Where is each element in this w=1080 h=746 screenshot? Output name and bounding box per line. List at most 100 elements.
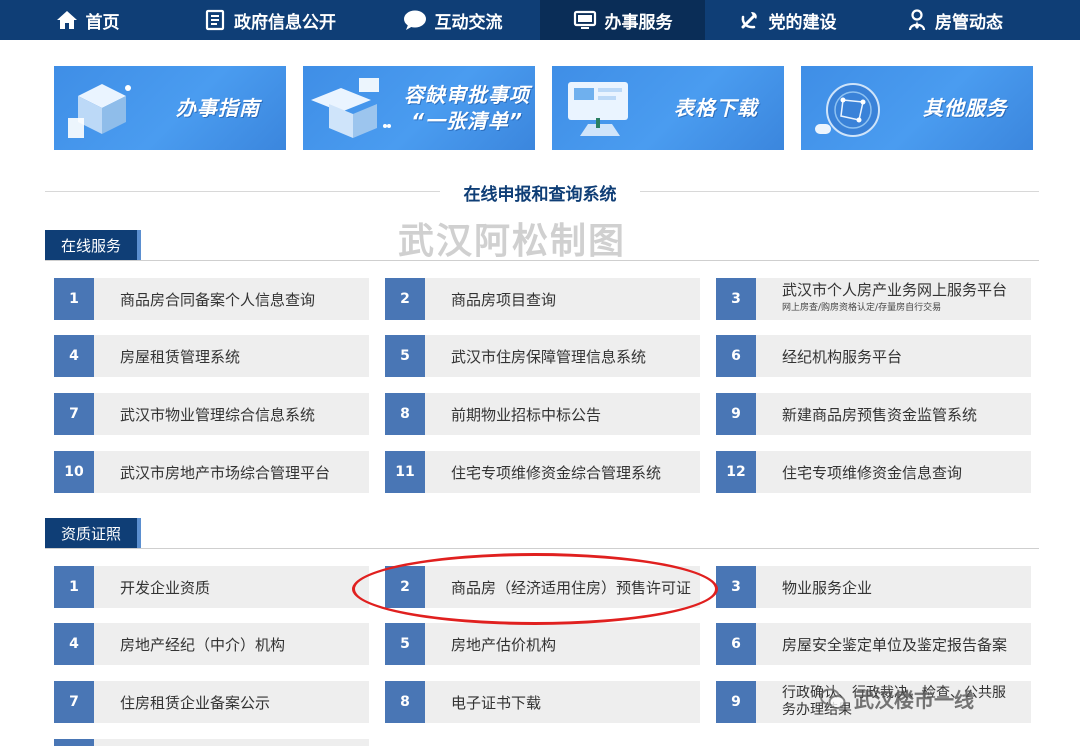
item-label: 房地产估价机构 [451, 635, 557, 654]
online-item-8[interactable]: 8 前期物业招标中标公告 [385, 393, 700, 435]
home-icon [56, 11, 77, 29]
item-label: 商品房项目查询 [451, 290, 557, 309]
section-title: 在线申报和查询系统 [440, 180, 640, 205]
qual-item-3[interactable]: 3 物业服务企业 [716, 566, 1031, 608]
banner-guide[interactable]: 办事指南 [54, 66, 286, 150]
top-nav: 首页 政府信息公开 互动交流 办事服务 党的建设 房管动态 [0, 0, 1080, 40]
nav-home[interactable]: 首页 [0, 0, 175, 40]
item-sublabel: 网上房查/购房资格认定/存量房自行交易 [782, 303, 942, 313]
nav-news[interactable]: 房管动态 [870, 0, 1040, 40]
globe-illustration-icon [815, 83, 880, 137]
banner-label: 容缺审批事项 [404, 83, 530, 107]
nav-label: 互动交流 [434, 12, 503, 33]
item-number: 5 [385, 623, 425, 665]
nav-label: 办事服务 [604, 12, 673, 33]
qual-item-7[interactable]: 7 住房租赁企业备案公示 [54, 681, 369, 723]
banner-label: 办事指南 [176, 96, 260, 120]
item-label: 住宅专项维修资金综合管理系统 [451, 463, 662, 482]
item-label: 商品房合同备案个人信息查询 [120, 290, 316, 309]
banner-sublabel: “一张清单” [411, 109, 523, 133]
banner-label: 表格下载 [674, 96, 758, 120]
item-number: 11 [385, 451, 425, 493]
item-number: 6 [716, 335, 756, 377]
online-item-5[interactable]: 5 武汉市住房保障管理信息系统 [385, 335, 700, 377]
item-label: 经纪机构服务平台 [782, 347, 903, 366]
item-label: 住房租赁企业备案公示 [120, 693, 271, 712]
party-emblem-icon [741, 12, 757, 29]
item-label: 开发企业资质 [120, 578, 211, 597]
item-label: 房地产经纪（中介）机构 [120, 635, 286, 654]
nav-label: 党的建设 [768, 12, 837, 33]
nav-label: 政府信息公开 [234, 12, 336, 33]
qual-item-6[interactable]: 6 房屋安全鉴定单位及鉴定报告备案 [716, 623, 1031, 665]
service-banners: 办事指南 容缺审批事项 “一张清单” 表格下载 其他服务 [54, 66, 1033, 150]
item-number: 9 [716, 681, 756, 723]
item-number: 6 [716, 623, 756, 665]
item-label: 物业服务企业 [782, 578, 873, 597]
item-number: 8 [385, 393, 425, 435]
online-item-11[interactable]: 11 住宅专项维修资金综合管理系统 [385, 451, 700, 493]
qual-item-5[interactable]: 5 房地产估价机构 [385, 623, 700, 665]
item-number: 1 [54, 278, 94, 320]
nav-gov-info[interactable]: 政府信息公开 [175, 0, 365, 40]
nav-label: 首页 [85, 12, 120, 33]
item-number-partial [54, 739, 94, 746]
person-icon [908, 9, 926, 31]
online-item-1[interactable]: 1 商品房合同备案个人信息查询 [54, 278, 369, 320]
server-illustration-icon [311, 78, 391, 138]
wechat-icon [820, 688, 846, 709]
item-number: 7 [54, 681, 94, 723]
online-item-4[interactable]: 4 房屋租赁管理系统 [54, 335, 369, 377]
nav-party[interactable]: 党的建设 [705, 0, 870, 40]
banner-forms-download[interactable]: 表格下载 [552, 66, 784, 150]
online-item-10[interactable]: 10 武汉市房地产市场综合管理平台 [54, 451, 369, 493]
section-divider [45, 548, 1039, 549]
item-number: 9 [716, 393, 756, 435]
item-partial [54, 739, 369, 746]
banner-approval-list[interactable]: 容缺审批事项 “一张清单” [303, 66, 535, 150]
section-divider [45, 260, 1039, 261]
item-label: 住宅专项维修资金信息查询 [782, 463, 963, 482]
item-number: 3 [716, 566, 756, 608]
online-item-2[interactable]: 2 商品房项目查询 [385, 278, 700, 320]
highlight-annotation [352, 553, 718, 625]
item-number: 10 [54, 451, 94, 493]
nav-services[interactable]: 办事服务 [540, 0, 705, 40]
item-label: 房屋租赁管理系统 [120, 347, 241, 366]
item-label: 电子证书下载 [451, 693, 542, 712]
item-number: 12 [716, 451, 756, 493]
qual-item-1[interactable]: 1 开发企业资质 [54, 566, 369, 608]
monitor-icon [573, 10, 596, 29]
chat-bubble-icon [403, 10, 426, 30]
banner-label: 其他服务 [923, 96, 1007, 120]
item-label: 武汉市房地产市场综合管理平台 [120, 463, 331, 482]
item-label: 武汉市物业管理综合信息系统 [120, 405, 316, 424]
item-number: 4 [54, 623, 94, 665]
cube-illustration-icon [68, 84, 131, 138]
online-item-3[interactable]: 3 武汉市个人房产业务网上服务平台 网上房查/购房资格认定/存量房自行交易 [716, 278, 1031, 320]
item-label: 房屋安全鉴定单位及鉴定报告备案 [782, 635, 1008, 654]
item-label: 前期物业招标中标公告 [451, 405, 602, 424]
nav-label: 房管动态 [935, 12, 1003, 33]
nav-interaction[interactable]: 互动交流 [365, 0, 540, 40]
document-icon [205, 9, 225, 31]
screen-illustration-icon [568, 82, 628, 136]
tab-online-services: 在线服务 [45, 230, 142, 260]
item-number: 8 [385, 681, 425, 723]
item-label: 武汉市个人房产业务网上服务平台 [782, 281, 1008, 299]
tab-qualification: 资质证照 [45, 518, 142, 548]
online-item-12[interactable]: 12 住宅专项维修资金信息查询 [716, 451, 1031, 493]
banner-other-services[interactable]: 其他服务 [801, 66, 1033, 150]
qual-item-8[interactable]: 8 电子证书下载 [385, 681, 700, 723]
item-number: 4 [54, 335, 94, 377]
online-item-7[interactable]: 7 武汉市物业管理综合信息系统 [54, 393, 369, 435]
wechat-watermark: 武汉楼市一线 [820, 684, 974, 713]
item-label: 武汉市住房保障管理信息系统 [451, 347, 647, 366]
watermark-text: 武汉阿松制图 [398, 221, 627, 262]
qual-item-4[interactable]: 4 房地产经纪（中介）机构 [54, 623, 369, 665]
item-number: 3 [716, 278, 756, 320]
online-item-9[interactable]: 9 新建商品房预售资金监管系统 [716, 393, 1031, 435]
online-item-6[interactable]: 6 经纪机构服务平台 [716, 335, 1031, 377]
item-label: 新建商品房预售资金监管系统 [782, 405, 978, 424]
wechat-watermark-text: 武汉楼市一线 [854, 688, 974, 712]
